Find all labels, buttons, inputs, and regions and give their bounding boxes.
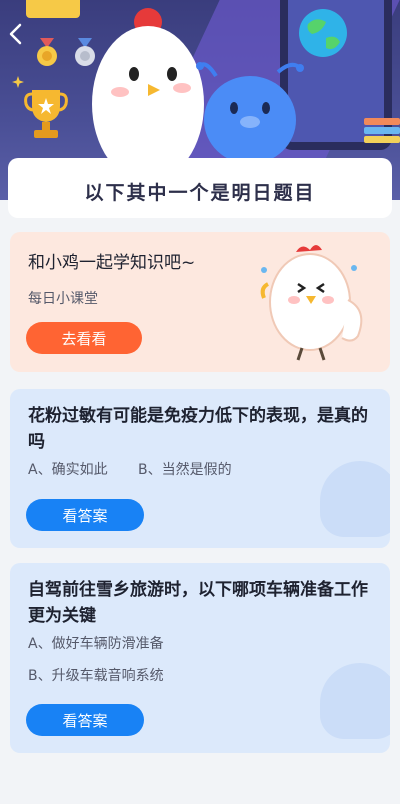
- promo-subtitle: 每日小课堂: [28, 291, 98, 307]
- trophy-shelf: [26, 0, 80, 18]
- sparkle-icon: [12, 76, 24, 88]
- books: [364, 118, 400, 146]
- option-a: A、做好车辆防滑准备: [28, 636, 164, 652]
- option-b: B、升级车载音响系统: [28, 668, 164, 684]
- trophy-icon: [24, 90, 68, 138]
- option-b: B、当然是假的: [138, 462, 232, 478]
- question-card: 花粉过敏有可能是免疫力低下的表现，是真的吗 A、确实如此 B、当然是假的 看答案: [10, 389, 390, 548]
- go-see-button[interactable]: 去看看: [26, 322, 142, 354]
- chicken-mascot: [92, 8, 204, 174]
- globe-icon: [299, 9, 347, 57]
- banner-title: 以下其中一个是明日题目: [84, 182, 316, 204]
- promo-card: 和小鸡一起学知识吧~ 每日小课堂 去看看: [10, 232, 390, 372]
- chevron-left-icon: [9, 23, 22, 45]
- ghost-decoration: [320, 663, 390, 739]
- blue-mascot: [196, 62, 304, 164]
- view-answer-button[interactable]: 看答案: [26, 704, 144, 736]
- question-title: 自驾前往雪乡旅游时，以下哪项车辆准备工作更为关键: [28, 580, 368, 626]
- question-title: 花粉过敏有可能是免疫力低下的表现，是真的吗: [28, 406, 368, 452]
- chicken-illustration: [260, 245, 363, 361]
- view-answer-button[interactable]: 看答案: [26, 499, 144, 531]
- question-card: 自驾前往雪乡旅游时，以下哪项车辆准备工作更为关键 A、做好车辆防滑准备 B、升级…: [10, 563, 390, 753]
- back-button[interactable]: [8, 20, 32, 48]
- medal-icon: [37, 38, 57, 66]
- ghost-decoration: [320, 461, 390, 537]
- title-banner: 以下其中一个是明日题目: [8, 158, 392, 218]
- option-a: A、确实如此: [28, 462, 108, 478]
